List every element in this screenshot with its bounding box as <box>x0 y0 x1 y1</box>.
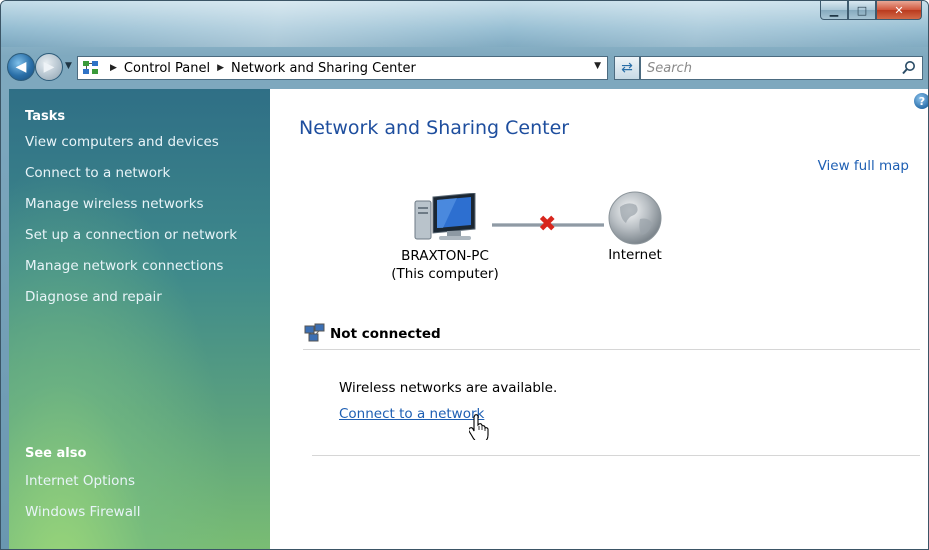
hand-cursor-icon <box>468 414 491 444</box>
breadcrumb-control-panel[interactable]: Control Panel <box>124 61 210 76</box>
forward-arrow-icon: ▶ <box>43 59 55 75</box>
computer-label: BRAXTON-PC (This computer) <box>370 247 520 283</box>
refresh-button[interactable]: ⇄ <box>614 56 640 80</box>
connect-to-network-link[interactable]: Connect to a network <box>339 406 484 422</box>
task-view-computers[interactable]: View computers and devices <box>25 131 270 162</box>
control-panel-icon <box>82 60 100 76</box>
see-also-internet-options[interactable]: Internet Options <box>25 470 140 501</box>
back-button[interactable]: ◀ <box>7 53 35 81</box>
refresh-icon: ⇄ <box>621 60 633 76</box>
explorer-window: ▁ □ ✕ ◀ ▶ ▼ ▶ Control Panel ▶ Network an… <box>0 0 929 550</box>
search-icon[interactable] <box>901 60 917 80</box>
task-pane: Tasks View computers and devices Connect… <box>9 89 270 549</box>
address-dropdown-icon[interactable]: ▼ <box>594 61 601 71</box>
computer-icon[interactable] <box>413 192 483 243</box>
main-pane: ? Network and Sharing Center View full m… <box>270 89 928 549</box>
view-full-map-link[interactable]: View full map <box>818 158 909 174</box>
search-input[interactable]: Search <box>640 56 923 80</box>
internet-globe-icon[interactable] <box>606 189 664 247</box>
network-status-icon <box>303 322 327 348</box>
breadcrumb-separator-icon[interactable]: ▶ <box>217 63 224 73</box>
disconnected-x-icon[interactable]: ✖ <box>538 214 556 236</box>
recent-pages-dropdown[interactable]: ▼ <box>65 61 72 71</box>
computer-subtitle: (This computer) <box>391 266 499 282</box>
search-placeholder: Search <box>647 60 692 76</box>
address-bar[interactable]: ▶ Control Panel ▶ Network and Sharing Ce… <box>77 56 608 80</box>
see-also-windows-firewall[interactable]: Windows Firewall <box>25 501 140 532</box>
caption-buttons: ▁ □ ✕ <box>820 1 922 20</box>
computer-name: BRAXTON-PC <box>401 248 489 264</box>
status-text: Not connected <box>330 326 441 342</box>
forward-button[interactable]: ▶ <box>35 53 63 81</box>
page-title: Network and Sharing Center <box>299 117 570 139</box>
breadcrumb-separator-icon[interactable]: ▶ <box>110 63 117 73</box>
maximize-button[interactable]: □ <box>848 1 876 20</box>
close-button[interactable]: ✕ <box>876 1 922 20</box>
content-area: Tasks View computers and devices Connect… <box>9 89 928 549</box>
task-connect-network[interactable]: Connect to a network <box>25 162 270 193</box>
minimize-button[interactable]: ▁ <box>820 1 848 20</box>
connection-status-row: Not connected <box>303 322 920 350</box>
internet-label: Internet <box>608 247 662 263</box>
see-also-section: See also Internet Options Windows Firewa… <box>25 446 140 532</box>
task-setup-connection[interactable]: Set up a connection or network <box>25 224 270 255</box>
task-manage-connections[interactable]: Manage network connections <box>25 255 270 286</box>
wireless-available-text: Wireless networks are available. <box>339 380 558 396</box>
title-bar[interactable]: ▁ □ ✕ <box>1 1 928 47</box>
help-icon[interactable]: ? <box>914 93 928 109</box>
navigation-bar: ◀ ▶ ▼ ▶ Control Panel ▶ Network and Shar… <box>1 47 928 89</box>
task-manage-wireless[interactable]: Manage wireless networks <box>25 193 270 224</box>
tasks-heading: Tasks <box>25 109 66 124</box>
back-arrow-icon: ◀ <box>15 59 27 75</box>
task-diagnose-repair[interactable]: Diagnose and repair <box>25 286 270 317</box>
breadcrumb-network-sharing[interactable]: Network and Sharing Center <box>231 61 416 76</box>
section-divider <box>312 455 920 456</box>
see-also-heading: See also <box>25 446 87 461</box>
